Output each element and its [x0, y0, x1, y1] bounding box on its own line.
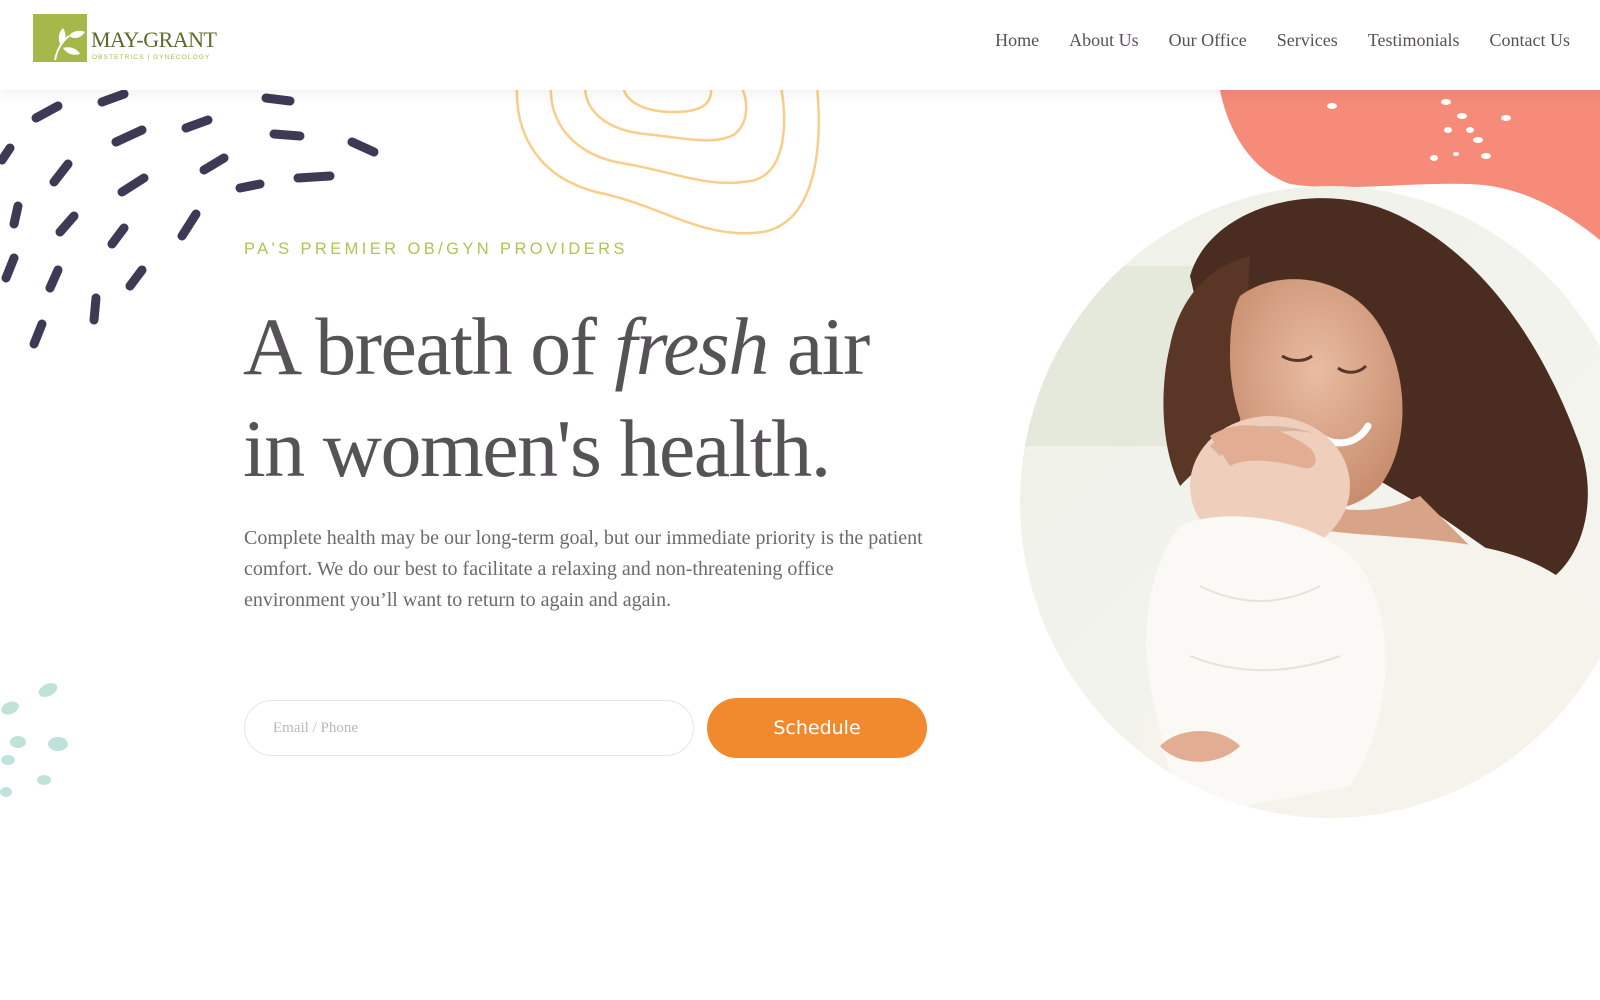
brand-name: MAY-GRANT	[91, 27, 217, 52]
hero-photo-mother-and-baby	[1020, 186, 1600, 818]
nav-home[interactable]: Home	[995, 30, 1039, 51]
hero-eyebrow: PA'S PREMIER OB/GYN PROVIDERS	[244, 240, 628, 258]
headline-line-1: A breath of fresh air	[243, 296, 1003, 398]
nav-about-us[interactable]: About Us	[1069, 30, 1139, 51]
schedule-button[interactable]: Schedule	[707, 698, 927, 758]
nav-testimonials[interactable]: Testimonials	[1368, 30, 1460, 51]
brand-tagline: OBSTETRICS | GYNECOLOGY	[92, 54, 211, 61]
logo-mark	[33, 14, 87, 62]
nav-services[interactable]: Services	[1277, 30, 1338, 51]
site-header: MAY-GRANT OBSTETRICS | GYNECOLOGY Home A…	[0, 0, 1600, 90]
headline-emphasis: fresh	[614, 301, 769, 392]
brand-logo[interactable]: MAY-GRANT OBSTETRICS | GYNECOLOGY	[33, 14, 223, 64]
teal-brush-dots	[0, 683, 68, 797]
headline-part-1: A breath of	[243, 301, 615, 392]
nav-our-office[interactable]: Our Office	[1169, 30, 1247, 51]
nav-contact-us[interactable]: Contact Us	[1490, 30, 1571, 51]
yellow-contour-rings	[515, 90, 820, 235]
main-nav: Home About Us Our Office Services Testim…	[995, 30, 1570, 51]
hero-headline: A breath of fresh air in women's health.	[243, 296, 1003, 500]
hero-description: Complete health may be our long-term goa…	[244, 527, 923, 611]
page: MAY-GRANT OBSTETRICS | GYNECOLOGY Home A…	[0, 0, 1600, 1000]
email-phone-input[interactable]	[244, 700, 694, 756]
leaf-icon	[33, 14, 87, 62]
headline-line-2: in women's health.	[243, 403, 831, 494]
headline-part-2: air	[767, 301, 870, 392]
